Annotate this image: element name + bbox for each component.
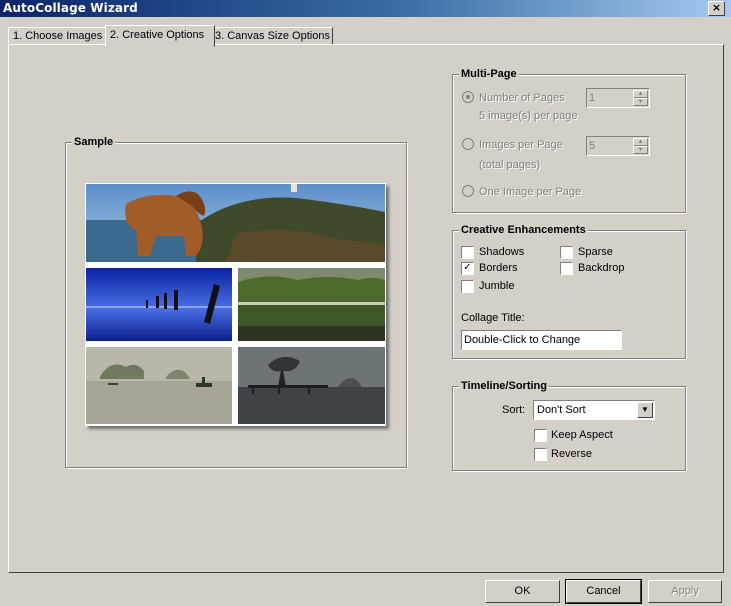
- sparse-checkbox[interactable]: [560, 246, 573, 259]
- keep-aspect-checkbox[interactable]: [534, 429, 547, 442]
- photo-posts-in-water: [86, 268, 232, 341]
- tab-choose-images[interactable]: 1. Choose Images: [8, 27, 112, 45]
- num-pages-label: Number of Pages: [479, 92, 565, 104]
- photo-pony: [86, 184, 385, 262]
- spin-down-icon[interactable]: ▼: [633, 98, 648, 106]
- spin-up-icon[interactable]: ▲: [633, 138, 648, 146]
- photo-jetty-tree: [238, 347, 385, 424]
- spin-up-icon[interactable]: ▲: [633, 90, 648, 98]
- window-title: AutoCollage Wizard: [3, 1, 138, 15]
- shadows-label: Shadows: [479, 246, 525, 258]
- jumble-label: Jumble: [479, 280, 515, 292]
- num-pages-sublabel: 5 image(s) per page: [479, 110, 578, 122]
- close-button[interactable]: ×: [708, 1, 725, 16]
- sparse-label: Sparse: [578, 246, 613, 258]
- images-per-page-spinner[interactable]: 5 ▲ ▼: [586, 136, 650, 156]
- keep-aspect-label: Keep Aspect: [551, 429, 613, 441]
- check-mark-icon: ✓: [463, 262, 472, 273]
- multipage-group-title: Multi-Page: [459, 68, 519, 81]
- images-per-page-radio[interactable]: [462, 138, 474, 150]
- tab-label: 2. Creative Options: [110, 29, 205, 41]
- num-pages-radio[interactable]: [462, 91, 474, 103]
- photo-reflected-trees: [238, 268, 385, 341]
- cancel-button[interactable]: Cancel: [565, 579, 642, 604]
- photo-misty-lake-boat: [86, 347, 232, 424]
- num-pages-value: 1: [589, 92, 596, 104]
- tab-label: 1. Choose Images: [13, 30, 103, 42]
- sort-dropdown[interactable]: Don't Sort ▼: [533, 400, 655, 420]
- dropdown-arrow-icon[interactable]: ▼: [637, 402, 653, 418]
- one-image-label: One Image per Page: [479, 186, 582, 198]
- images-per-page-value: 5: [589, 140, 596, 152]
- one-image-radio[interactable]: [462, 185, 474, 197]
- spinner-buttons: ▲ ▼: [633, 138, 648, 154]
- tab-creative-options[interactable]: 2. Creative Options: [105, 25, 215, 47]
- images-per-page-label: Images per Page: [479, 139, 563, 151]
- jumble-checkbox[interactable]: [461, 280, 474, 293]
- images-per-page-sublabel: (total pages): [479, 159, 541, 171]
- backdrop-checkbox[interactable]: [560, 262, 573, 275]
- reverse-label: Reverse: [551, 448, 592, 460]
- spin-down-icon[interactable]: ▼: [633, 146, 648, 154]
- collage-title-label: Collage Title:: [461, 312, 525, 324]
- reverse-checkbox[interactable]: [534, 448, 547, 461]
- num-pages-spinner[interactable]: 1 ▲ ▼: [586, 88, 650, 108]
- timeline-group-title: Timeline/Sorting: [459, 380, 549, 393]
- borders-checkbox[interactable]: ✓: [461, 262, 474, 275]
- tab-canvas-size-options[interactable]: 3. Canvas Size Options: [210, 27, 333, 45]
- collage-title-field[interactable]: Double-Click to Change: [461, 330, 622, 350]
- close-icon: ×: [711, 1, 722, 14]
- shadows-checkbox[interactable]: [461, 246, 474, 259]
- creative-group-title: Creative Enhancements: [459, 224, 588, 237]
- borders-label: Borders: [479, 262, 518, 274]
- backdrop-label: Backdrop: [578, 262, 625, 274]
- collage-preview: [85, 183, 386, 426]
- apply-button[interactable]: Apply: [648, 580, 722, 603]
- sample-group-title: Sample: [72, 136, 116, 149]
- tab-label: 3. Canvas Size Options: [215, 30, 330, 42]
- ok-button[interactable]: OK: [485, 580, 560, 603]
- spinner-buttons: ▲ ▼: [633, 90, 648, 106]
- sort-value: Don't Sort: [537, 404, 586, 416]
- collage-title-value: Double-Click to Change: [464, 334, 581, 346]
- sort-label: Sort:: [502, 404, 526, 416]
